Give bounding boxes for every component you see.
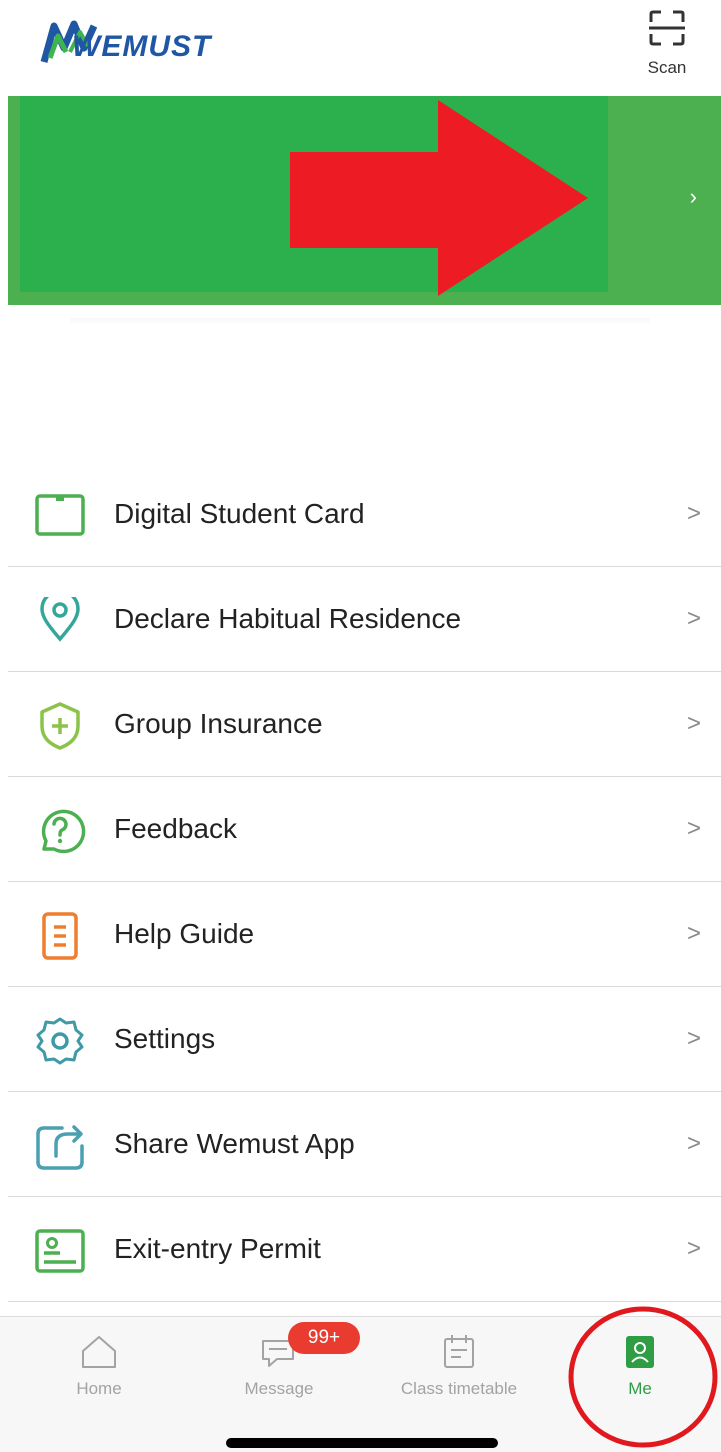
tab-label: Home: [76, 1379, 122, 1398]
tab-label: Message: [244, 1379, 314, 1398]
shield-plus-icon: [40, 702, 80, 750]
document-icon: [42, 912, 78, 960]
chevron-right-icon: >: [686, 1130, 701, 1157]
scan-button[interactable]: Scan: [636, 8, 698, 84]
menu-item-label: Share Wemust App: [114, 1128, 355, 1159]
location-pin-icon: [40, 597, 80, 642]
menu-list: Digital Student Card > Declare Habitual …: [0, 462, 721, 1302]
chevron-right-icon: >: [686, 500, 701, 527]
menu-item-label: Help Guide: [114, 918, 255, 949]
calendar-icon: [444, 1335, 474, 1368]
menu-item-group-insurance[interactable]: Group Insurance >: [8, 672, 721, 777]
chevron-right-icon: >: [686, 815, 701, 842]
menu-item-help-guide[interactable]: Help Guide >: [8, 882, 721, 987]
menu-item-settings[interactable]: Settings >: [8, 987, 721, 1092]
menu-item-label: Exit-entry Permit: [114, 1233, 321, 1264]
me-screen: WEMUST Scan › Digital Student Card > Dec…: [0, 0, 721, 1452]
menu-item-label: Digital Student Card: [114, 498, 365, 529]
chevron-right-icon: >: [686, 605, 701, 632]
tab-label: Class timetable: [400, 1379, 518, 1398]
red-arrow-icon: [290, 100, 588, 296]
person-icon: [626, 1336, 654, 1368]
header: WEMUST Scan: [0, 0, 721, 94]
tab-me[interactable]: Me: [580, 1317, 700, 1417]
home-icon: [82, 1336, 116, 1368]
id-card-icon: [35, 1229, 85, 1273]
chevron-right-icon: >: [686, 710, 701, 737]
menu-item-label: Group Insurance: [114, 708, 323, 739]
message-badge: 99+: [288, 1322, 360, 1354]
share-icon: [36, 1125, 84, 1170]
bottom-tab-bar: Home Message Class timetable Me: [0, 1316, 721, 1452]
menu-item-label: Declare Habitual Residence: [114, 603, 462, 634]
question-bubble-icon: [41, 809, 86, 854]
gear-icon: [36, 1017, 84, 1065]
chevron-right-icon: >: [686, 1235, 701, 1262]
tab-label: Me: [628, 1379, 652, 1398]
chevron-right-icon: >: [686, 1025, 701, 1052]
logo-text: WEMUST: [72, 30, 212, 63]
menu-item-feedback[interactable]: Feedback >: [8, 777, 721, 882]
chevron-right-icon: >: [686, 920, 701, 947]
scan-icon: [649, 10, 685, 46]
tab-class-timetable[interactable]: Class timetable: [384, 1317, 534, 1417]
menu-item-label: Settings: [114, 1023, 216, 1054]
menu-item-declare-habitual-residence[interactable]: Declare Habitual Residence >: [8, 567, 721, 672]
menu-item-label: Feedback: [114, 813, 237, 844]
banner-chevron-icon: ›: [689, 184, 697, 209]
menu-item-digital-student-card[interactable]: Digital Student Card >: [8, 462, 721, 567]
menu-item-share-wemust-app[interactable]: Share Wemust App >: [8, 1092, 721, 1197]
banner-shadow: [70, 318, 650, 326]
card-icon: [35, 494, 85, 536]
scan-label: Scan: [647, 58, 687, 77]
menu-item-exit-entry-permit[interactable]: Exit-entry Permit >: [8, 1197, 721, 1302]
home-indicator: [226, 1438, 498, 1448]
tab-home[interactable]: Home: [40, 1317, 158, 1417]
profile-banner[interactable]: ›: [8, 96, 721, 305]
